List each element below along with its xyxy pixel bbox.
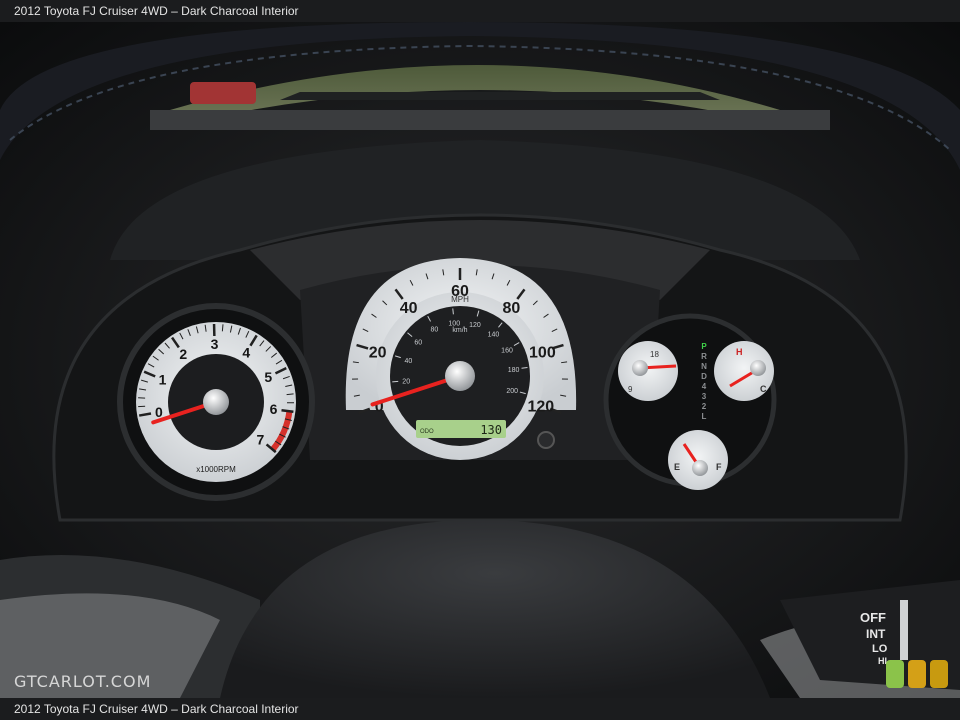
speedometer-mph-label: 100 xyxy=(529,344,556,361)
speedometer-kmh-label: 80 xyxy=(430,326,438,333)
speedometer-kmh-tick xyxy=(452,308,454,315)
tachometer-hub xyxy=(203,389,229,415)
speedometer-kmh-unit: km/h xyxy=(452,327,467,334)
speedometer-kmh-label: 120 xyxy=(469,322,481,329)
red-car-outside xyxy=(190,82,256,104)
speedometer-mph-label: 20 xyxy=(369,344,387,361)
temperature-gauge: H C xyxy=(714,341,774,401)
wiper-label-lo: LO xyxy=(872,643,888,655)
tachometer-tick xyxy=(281,408,294,413)
speedometer-kmh-label: 140 xyxy=(488,332,500,339)
gear-indicator-item: P xyxy=(701,342,707,351)
speedometer-kmh-label: 20 xyxy=(402,379,410,386)
gear-indicator-item: 4 xyxy=(702,382,707,391)
speedometer-mph-label: 120 xyxy=(527,398,554,415)
speedometer-kmh-label: 200 xyxy=(506,388,518,395)
voltmeter-gauge: 18 9 xyxy=(618,341,678,401)
tachometer-tick-label: 2 xyxy=(179,346,187,362)
tachometer-tick-label: 4 xyxy=(242,345,250,361)
temp-high-label: H xyxy=(736,347,743,357)
speedometer-kmh-label: 180 xyxy=(508,367,520,374)
tachometer-tick-label: 3 xyxy=(211,336,219,352)
tachometer-tick xyxy=(221,324,224,332)
tachometer-tick-label: 7 xyxy=(257,431,265,447)
fuel-empty-label: E xyxy=(674,462,680,472)
speedometer-kmh-label: 60 xyxy=(414,340,422,347)
speedometer-mph-label: 80 xyxy=(502,300,520,317)
speedometer-mph-label: 40 xyxy=(400,300,418,317)
fuel-full-label: F xyxy=(716,462,722,472)
speedometer-kmh-label: 40 xyxy=(405,358,413,365)
odometer-value: 130 xyxy=(480,423,502,437)
gear-indicator-item: N xyxy=(701,362,707,371)
voltmeter-high: 18 xyxy=(650,350,659,359)
watermark: GTCARLOT.COM xyxy=(14,672,152,691)
gear-indicator-item: D xyxy=(701,372,707,381)
site-logo-badge xyxy=(886,660,948,688)
tachometer-tick-label: 1 xyxy=(159,371,167,387)
speedometer-hub xyxy=(445,361,475,391)
wiper-label-off: OFF xyxy=(860,610,886,625)
temp-low-label: C xyxy=(760,384,767,394)
gear-indicator-item: L xyxy=(702,412,707,421)
gear-indicator-item: 3 xyxy=(702,392,707,401)
gear-indicator-item: 2 xyxy=(702,402,707,411)
trip-reset-knob xyxy=(537,431,555,449)
speedometer-kmh-label: 160 xyxy=(501,347,513,354)
gear-indicator-item: R xyxy=(701,352,707,361)
caption-top: 2012 Toyota FJ Cruiser 4WD – Dark Charco… xyxy=(0,0,960,22)
odometer-label: ODO xyxy=(420,429,434,435)
speedometer-mph-unit: MPH xyxy=(451,295,469,304)
wiper-label-int: INT xyxy=(866,627,886,641)
fuel-gauge: E F xyxy=(668,430,728,490)
tachometer-tick-label: 5 xyxy=(264,369,272,385)
caption-bottom: 2012 Toyota FJ Cruiser 4WD – Dark Charco… xyxy=(0,698,960,720)
wiper-blade xyxy=(280,92,720,100)
tachometer-tick-label: 6 xyxy=(270,401,278,417)
voltmeter-low: 9 xyxy=(628,385,633,394)
speedometer-kmh-tick xyxy=(392,380,399,383)
instrument-cluster-photo: 01234567 x1000RPM 020406080100120 204060… xyxy=(0,22,960,698)
tachometer-unit: x1000RPM xyxy=(196,465,236,474)
wiper-label-hi: HI xyxy=(878,656,887,666)
tachometer-gauge: 01234567 x1000RPM xyxy=(117,303,315,501)
